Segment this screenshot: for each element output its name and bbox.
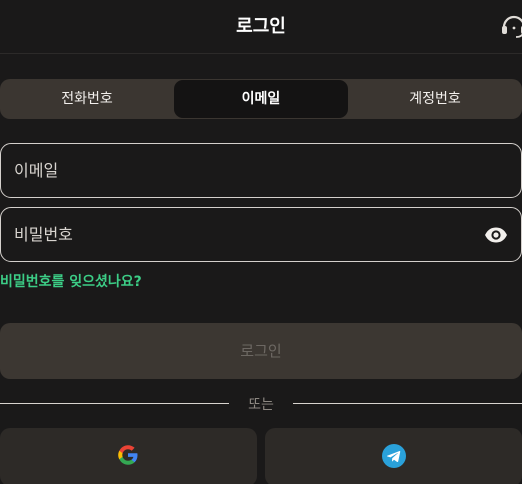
divider-line-left: [0, 403, 229, 404]
login-page: 로그인 전화번호 이메일 계정번호 비밀번호를 잊으셨나요?: [0, 0, 522, 484]
email-field-container: [0, 143, 522, 198]
headset-icon[interactable]: [500, 13, 522, 39]
divider-line-right: [293, 403, 522, 404]
telegram-login-button[interactable]: [265, 428, 522, 484]
telegram-icon: [382, 444, 406, 468]
tab-phone[interactable]: 전화번호: [0, 79, 174, 119]
tab-account-number[interactable]: 계정번호: [348, 79, 522, 119]
google-login-button[interactable]: [0, 428, 257, 484]
google-icon: [118, 445, 138, 465]
page-title: 로그인: [236, 16, 286, 37]
tab-email[interactable]: 이메일: [174, 80, 348, 118]
header: 로그인: [0, 0, 522, 54]
divider-label: 또는: [248, 397, 274, 413]
eye-icon[interactable]: [484, 223, 508, 247]
login-method-tabs: 전화번호 이메일 계정번호: [0, 79, 522, 119]
password-field-container: [0, 207, 522, 262]
forgot-password-link[interactable]: 비밀번호를 잊으셨나요?: [0, 271, 142, 291]
login-button[interactable]: 로그인: [0, 323, 522, 379]
email-input[interactable]: [14, 144, 474, 197]
password-input[interactable]: [14, 208, 474, 261]
